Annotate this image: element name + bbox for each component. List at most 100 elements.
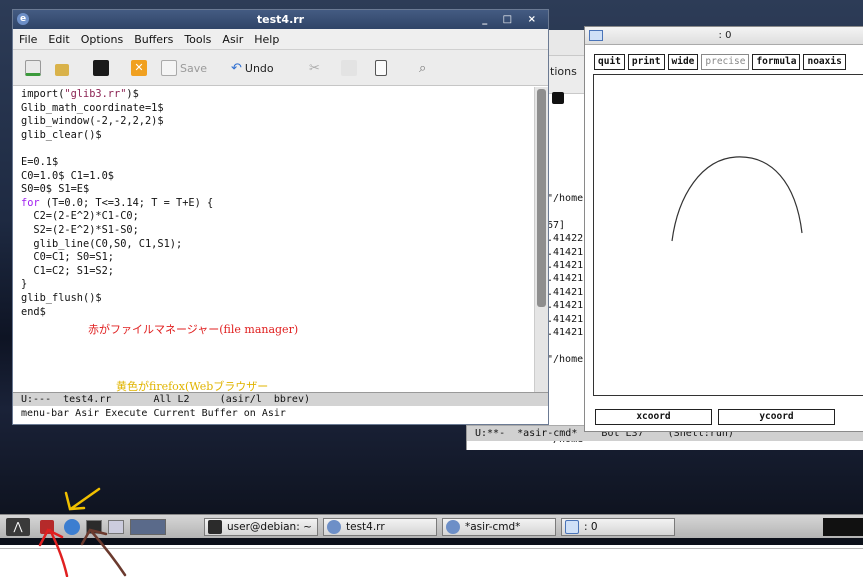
wide-button[interactable]: wide [667,54,699,70]
plot-button-row: quit print wide precise formula noaxis [594,54,846,70]
precise-button[interactable]: precise [701,54,750,70]
terminal-icon[interactable] [86,520,102,534]
code-line: for (T=0.0; T<=3.14; T = T+E) { [21,196,214,209]
divider [0,548,863,549]
taskbar: ⋀ user@debian: ~ test4.rr *asir-cmd* : 0 [0,514,863,538]
open-file-icon[interactable] [55,59,69,77]
plot-canvas[interactable] [593,74,863,396]
paste-icon[interactable] [375,59,387,77]
save-button[interactable]: Save [161,59,207,77]
task-asir-cmd[interactable]: *asir-cmd* [442,518,556,536]
asir-options-menu[interactable]: tions [550,65,577,78]
annotation-yellow: 黄色がfirefox(Webブラウザー [116,380,269,393]
output-line: .41421 [547,327,584,339]
code-line: glib_line(C0,S0, C1,S1); [21,237,183,250]
show-desktop-icon[interactable] [108,520,124,534]
output-line: .41421 [547,300,584,312]
output-line: "/home [547,353,584,365]
search-icon[interactable]: ⌕ [419,59,426,77]
code-line: glib_clear()$ [21,128,102,141]
code-line: E=0.1$ [21,155,59,168]
scrollbar-thumb[interactable] [537,89,546,307]
close-buffer-icon[interactable] [93,59,109,77]
code-line: S2=(2-E^2)*S1-S0; [21,223,139,236]
quit-button[interactable]: quit [594,54,625,70]
noaxis-button[interactable]: noaxis [803,54,846,70]
undo-label: Undo [244,61,274,75]
xcoord-button[interactable]: xcoord [595,409,712,425]
output-line: .41421 [547,246,584,258]
code-line: C1=C2; S1=S2; [21,264,114,277]
menu-help[interactable]: Help [254,29,279,49]
code-line: glib_flush()$ [21,291,102,304]
workspace-pager[interactable] [130,519,166,535]
code-buffer[interactable]: import("glib3.rr")$ Glib_math_coordinate… [13,87,535,392]
output-line: .41422 [547,233,584,245]
terminal-icon [208,520,222,534]
copy-icon[interactable] [341,59,357,77]
menu-edit[interactable]: Edit [48,29,69,49]
formula-button[interactable]: formula [752,54,801,70]
ycoord-button[interactable]: ycoord [718,409,835,425]
editor-title: test4.rr [256,13,305,26]
task-terminal[interactable]: user@debian: ~ [204,518,318,536]
plot-title: : 0 [718,30,732,41]
window-icon [589,30,603,41]
editor-mode-line: U:--- test4.rr All L2 (asir/l bbrev) [13,392,548,406]
emacs-icon: e [17,13,29,25]
task-label: : 0 [584,521,598,533]
menu-asir[interactable]: Asir [222,29,243,49]
code-line: C2=(2-E^2)*C1-C0; [21,210,139,223]
menu-options[interactable]: Options [81,29,123,49]
code-line: import("glib3.rr")$ [21,88,139,100]
emacs-icon [446,520,460,534]
output-line: "/home [547,193,584,204]
code-line: Glib_math_coordinate=1$ [21,101,164,114]
menu-file[interactable]: File [19,29,37,49]
cut-icon[interactable]: ✂ [309,59,320,77]
plot-svg [671,156,803,242]
minibuffer[interactable]: menu-bar Asir Execute Current Buffer on … [13,406,548,424]
print-button[interactable]: print [627,54,665,70]
file-manager-icon[interactable] [40,520,54,534]
code-line: glib_window(-2,-2,2,2)$ [21,115,164,128]
editor-menubar: File Edit Options Buffers Tools Asir Hel… [13,29,548,50]
annotation-red: 赤がファイルマネージャー(file manager) [88,323,299,336]
editor-window[interactable]: e test4.rr _ □ × File Edit Options Buffe… [12,9,549,425]
asir-output: "/home 67] .41422.41421.41421.41421.41421… [547,192,583,447]
code-line: C0=C1; S0=S1; [21,251,114,264]
system-tray [823,518,863,536]
undo-button[interactable]: ↶ Undo [231,59,274,77]
output-line: .41421 [547,313,584,325]
start-menu-icon[interactable]: ⋀ [6,518,30,536]
task-plot[interactable]: : 0 [561,518,675,536]
code-line: C0=1.0$ C1=1.0$ [21,169,114,182]
menu-tools[interactable]: Tools [184,29,211,49]
task-label: user@debian: ~ [227,521,312,533]
window-controls[interactable]: _ □ × [482,10,542,29]
firefox-icon[interactable] [64,519,80,535]
desktop-screen: tions "/home 67] .41422.41421.41421.41421… [0,0,863,545]
menu-buffers[interactable]: Buffers [134,29,173,49]
stop-icon[interactable] [552,92,564,104]
editor-titlebar[interactable]: e test4.rr _ □ × [13,10,548,29]
code-line: S0=0$ S1=E$ [21,183,90,196]
task-label: *asir-cmd* [465,521,521,533]
new-file-icon[interactable] [25,59,41,77]
editor-scrollbar[interactable] [534,87,548,392]
output-line: .41421 [547,286,584,298]
cancel-icon[interactable]: ✕ [131,59,147,77]
task-editor[interactable]: test4.rr [323,518,437,536]
editor-toolbar: ✕ Save ↶ Undo ✂ ⌕ [13,50,548,86]
plot-titlebar[interactable]: : 0 [585,27,863,45]
plot-window[interactable]: : 0 quit print wide precise formula noax… [584,26,863,432]
output-line: 67] [547,219,566,231]
task-label: test4.rr [346,521,385,533]
coord-row: xcoord ycoord [595,409,835,425]
save-label: Save [180,61,208,75]
